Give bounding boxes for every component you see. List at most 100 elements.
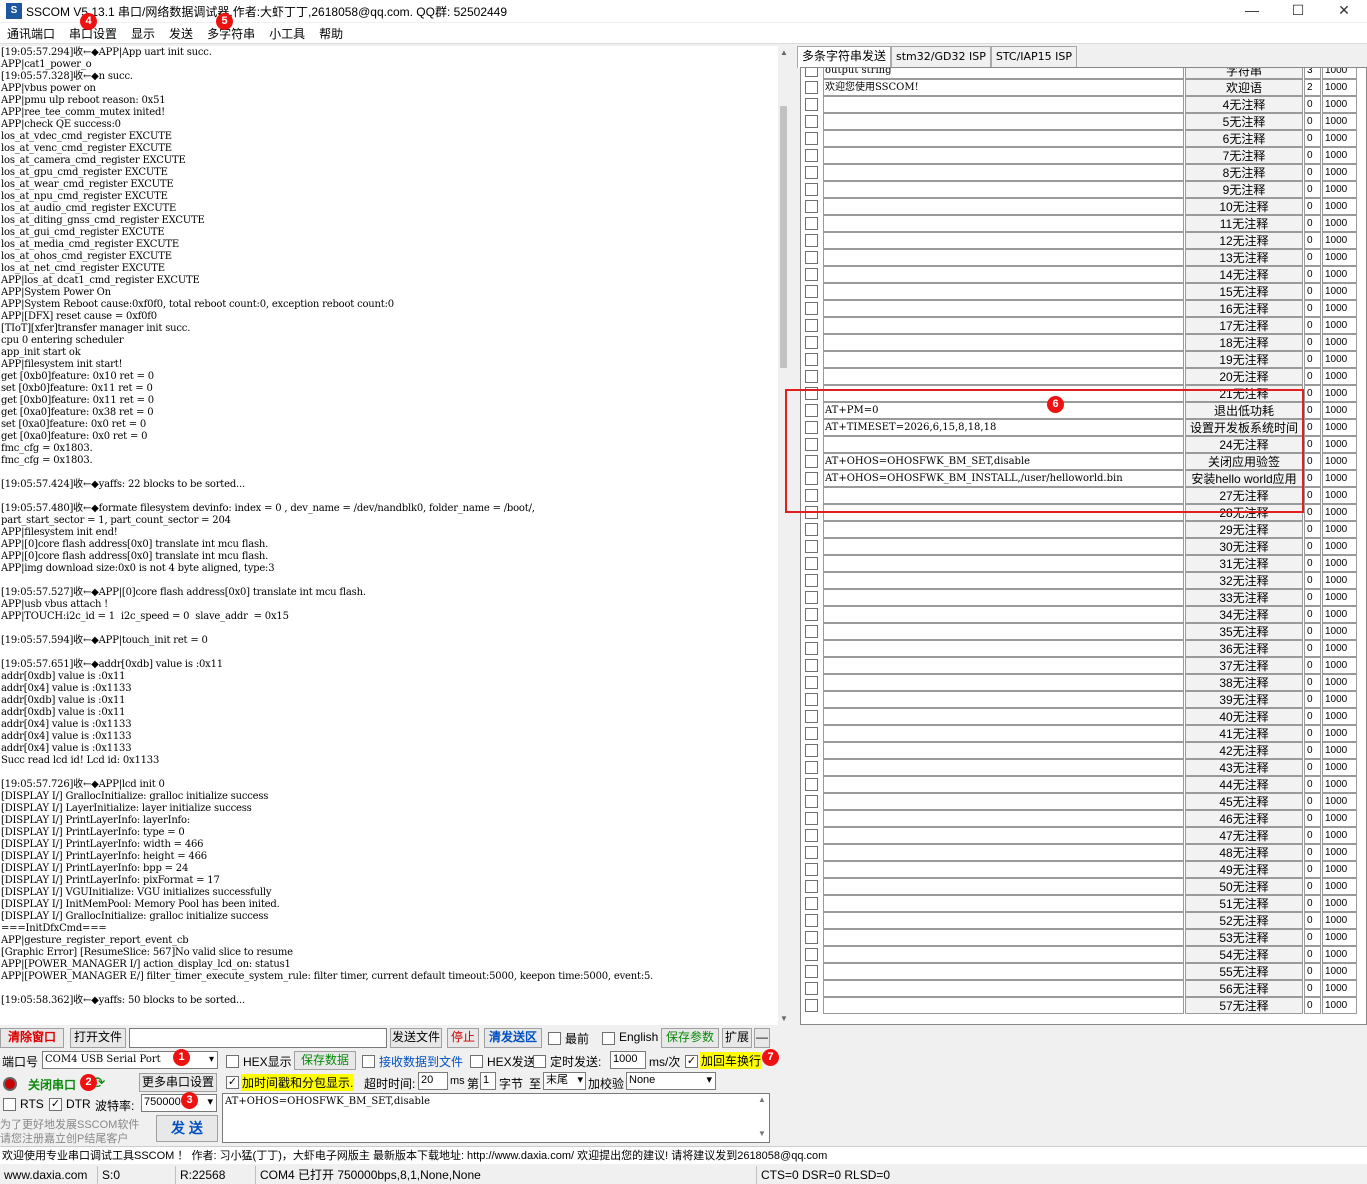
topmost-checkbox[interactable] — [548, 1032, 561, 1045]
row-send-button[interactable]: 15无注释 — [1185, 283, 1303, 300]
row-delay-input[interactable]: 1000 — [1322, 589, 1357, 606]
row-delay-input[interactable]: 1000 — [1322, 79, 1357, 96]
row-string-input[interactable] — [823, 963, 1184, 980]
row-send-button[interactable]: 49无注释 — [1185, 861, 1303, 878]
scroll-down-icon[interactable]: ▼ — [758, 1129, 766, 1138]
row-send-button[interactable]: 44无注释 — [1185, 776, 1303, 793]
row-order-input[interactable]: 0 — [1304, 147, 1321, 164]
row-order-input[interactable]: 0 — [1304, 402, 1321, 419]
row-string-input[interactable] — [823, 980, 1184, 997]
row-delay-input[interactable]: 1000 — [1322, 164, 1357, 181]
frame-num-input[interactable]: 1 — [480, 1072, 496, 1090]
timeout-input[interactable]: 20 — [418, 1072, 448, 1090]
row-hex-checkbox[interactable] — [805, 693, 818, 706]
row-delay-input[interactable]: 1000 — [1322, 334, 1357, 351]
row-delay-input[interactable]: 1000 — [1322, 198, 1357, 215]
row-hex-checkbox[interactable] — [805, 336, 818, 349]
row-delay-input[interactable]: 1000 — [1322, 521, 1357, 538]
row-order-input[interactable]: 0 — [1304, 300, 1321, 317]
scroll-down-icon[interactable]: ▼ — [778, 1014, 790, 1023]
row-send-button[interactable]: 11无注释 — [1185, 215, 1303, 232]
row-order-input[interactable]: 0 — [1304, 164, 1321, 181]
row-delay-input[interactable]: 1000 — [1322, 402, 1357, 419]
row-string-input[interactable] — [823, 793, 1184, 810]
row-delay-input[interactable]: 1000 — [1322, 538, 1357, 555]
row-delay-input[interactable]: 1000 — [1322, 623, 1357, 640]
row-order-input[interactable]: 0 — [1304, 895, 1321, 912]
row-order-input[interactable]: 0 — [1304, 215, 1321, 232]
row-string-input[interactable] — [823, 572, 1184, 589]
row-order-input[interactable]: 2 — [1304, 79, 1321, 96]
row-string-input[interactable] — [823, 742, 1184, 759]
row-hex-checkbox[interactable] — [805, 931, 818, 944]
row-hex-checkbox[interactable] — [805, 98, 818, 111]
row-order-input[interactable]: 0 — [1304, 266, 1321, 283]
row-string-input[interactable] — [823, 113, 1184, 130]
clear-window-button[interactable]: 清除窗口 — [0, 1028, 64, 1048]
row-string-input[interactable] — [823, 895, 1184, 912]
tab-stc-isp[interactable]: STC/IAP15 ISP — [990, 46, 1078, 67]
row-order-input[interactable]: 0 — [1304, 572, 1321, 589]
stop-button[interactable]: 停止 — [447, 1028, 479, 1048]
row-send-button[interactable]: 48无注释 — [1185, 844, 1303, 861]
row-order-input[interactable]: 0 — [1304, 776, 1321, 793]
row-delay-input[interactable]: 1000 — [1322, 436, 1357, 453]
baud-select[interactable]: 750000 ▾ — [141, 1094, 217, 1112]
row-order-input[interactable]: 0 — [1304, 385, 1321, 402]
row-delay-input[interactable]: 1000 — [1322, 844, 1357, 861]
row-hex-checkbox[interactable] — [805, 812, 818, 825]
hex-send-checkbox[interactable] — [470, 1055, 483, 1068]
row-delay-input[interactable]: 1000 — [1322, 946, 1357, 963]
row-order-input[interactable]: 0 — [1304, 181, 1321, 198]
row-order-input[interactable]: 0 — [1304, 538, 1321, 555]
port-select[interactable]: COM4 USB Serial Port ▾ — [42, 1051, 218, 1069]
row-string-input[interactable] — [823, 283, 1184, 300]
row-order-input[interactable]: 0 — [1304, 317, 1321, 334]
receive-log[interactable]: [19:05:57.294]收←◆APP|App uart init succ.… — [0, 46, 778, 1025]
row-hex-checkbox[interactable] — [805, 574, 818, 587]
row-string-input[interactable] — [823, 181, 1184, 198]
row-delay-input[interactable]: 1000 — [1322, 300, 1357, 317]
row-send-button[interactable]: 32无注释 — [1185, 572, 1303, 589]
row-string-input[interactable] — [823, 997, 1184, 1014]
dtr-checkbox[interactable]: ✓ — [49, 1098, 62, 1111]
row-order-input[interactable]: 0 — [1304, 368, 1321, 385]
row-delay-input[interactable]: 1000 — [1322, 504, 1357, 521]
row-order-input[interactable]: 0 — [1304, 334, 1321, 351]
row-order-input[interactable]: 0 — [1304, 232, 1321, 249]
row-order-input[interactable]: 0 — [1304, 521, 1321, 538]
row-hex-checkbox[interactable] — [805, 557, 818, 570]
row-delay-input[interactable]: 1000 — [1322, 419, 1357, 436]
row-order-input[interactable]: 0 — [1304, 640, 1321, 657]
hex-display-checkbox[interactable] — [226, 1055, 239, 1068]
row-string-input[interactable]: 欢迎您使用SSCOM! — [823, 79, 1184, 96]
row-string-input[interactable] — [823, 249, 1184, 266]
row-order-input[interactable]: 0 — [1304, 453, 1321, 470]
send-button[interactable]: 发 送 — [156, 1115, 218, 1142]
row-order-input[interactable]: 0 — [1304, 555, 1321, 572]
row-order-input[interactable]: 0 — [1304, 96, 1321, 113]
row-hex-checkbox[interactable] — [805, 982, 818, 995]
row-string-input[interactable] — [823, 674, 1184, 691]
row-order-input[interactable]: 0 — [1304, 946, 1321, 963]
row-hex-checkbox[interactable] — [805, 761, 818, 774]
row-string-input[interactable] — [823, 691, 1184, 708]
row-hex-checkbox[interactable] — [805, 302, 818, 315]
send-textarea[interactable]: AT+OHOS=OHOSFWK_BM_SET,disable — [222, 1093, 770, 1143]
row-delay-input[interactable]: 1000 — [1322, 572, 1357, 589]
row-delay-input[interactable]: 1000 — [1322, 96, 1357, 113]
row-send-button[interactable]: 46无注释 — [1185, 810, 1303, 827]
row-hex-checkbox[interactable] — [805, 744, 818, 757]
row-send-button[interactable]: 43无注释 — [1185, 759, 1303, 776]
row-delay-input[interactable]: 1000 — [1322, 266, 1357, 283]
row-send-button[interactable]: 37无注释 — [1185, 657, 1303, 674]
row-string-input[interactable] — [823, 300, 1184, 317]
log-scrollbar[interactable]: ▲ ▼ — [778, 46, 790, 1025]
row-send-button[interactable]: 56无注释 — [1185, 980, 1303, 997]
row-send-button[interactable]: 42无注释 — [1185, 742, 1303, 759]
row-string-input[interactable] — [823, 96, 1184, 113]
row-delay-input[interactable]: 1000 — [1322, 232, 1357, 249]
row-hex-checkbox[interactable] — [805, 948, 818, 961]
row-order-input[interactable]: 0 — [1304, 623, 1321, 640]
row-hex-checkbox[interactable] — [805, 676, 818, 689]
